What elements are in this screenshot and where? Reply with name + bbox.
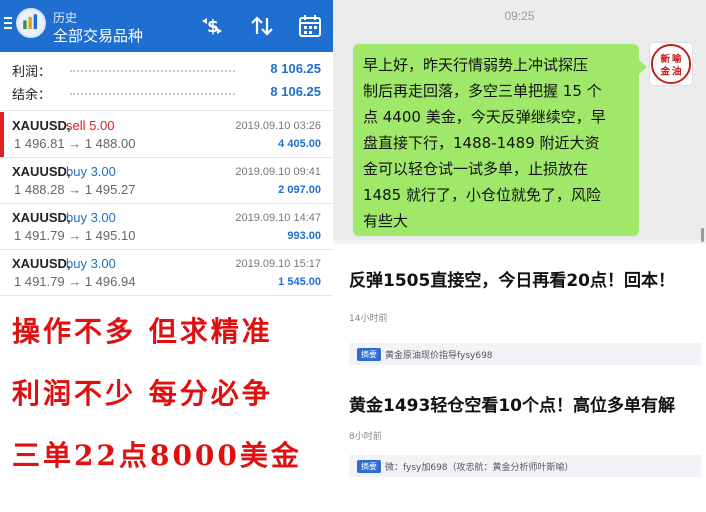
slogan-line: 利润不少 每分必争 bbox=[12, 377, 273, 410]
dollar-swap-icon[interactable]: $ bbox=[199, 14, 225, 38]
trade-history-panel: 历史 全部交易品种 $ 利润： 8 106.25 结余： 8 106.25 XA… bbox=[0, 0, 333, 512]
article-list: 反弹1505直接空，今日再看20点！回本！ 14小时前 摘要 黄金原油现价指导f… bbox=[333, 244, 706, 512]
trade-symbol: XAUUSD, bbox=[12, 164, 71, 179]
summary-tag: 摘要 bbox=[357, 460, 381, 473]
article-time: 14小时前 bbox=[349, 314, 388, 324]
trade-profit: 993.00 bbox=[287, 230, 321, 242]
trade-side: buy 3.00 bbox=[66, 210, 116, 225]
avatar-char: 油 bbox=[672, 66, 682, 78]
message-line: 有些大 bbox=[363, 212, 409, 230]
trade-prices: 1 491.79 → 1 495.10 bbox=[14, 228, 136, 243]
message-line: 盘直接下行，1488-1489 附近大资 bbox=[363, 134, 600, 152]
summary-value: 8 106.25 bbox=[270, 61, 321, 76]
sort-icon[interactable] bbox=[249, 14, 275, 38]
calendar-icon[interactable] bbox=[297, 14, 323, 38]
slogan-line: 操作不多 但求精准 bbox=[12, 315, 273, 348]
trade-time: 2019.09.10 14:47 bbox=[235, 212, 321, 224]
message-line: 金可以轻仓试一试多单，止损放在 bbox=[363, 160, 589, 178]
app-logo bbox=[16, 8, 46, 38]
article-time: 8小时前 bbox=[349, 432, 382, 442]
trade-profit: 1 545.00 bbox=[278, 276, 321, 288]
dotted-leader bbox=[70, 70, 235, 72]
trade-time: 2019.09.10 15:17 bbox=[235, 258, 321, 270]
trade-prices: 1 491.79 → 1 496.94 bbox=[14, 274, 136, 289]
summary-balance: 结余： 8 106.25 bbox=[0, 81, 333, 103]
divider bbox=[0, 110, 333, 111]
article-summary-row: 摘要 黄金原油现价指导fysy698 bbox=[349, 343, 701, 365]
message-line: 1485 就行了，小仓位就免了，风险 bbox=[363, 186, 601, 204]
article-title[interactable]: 黄金1493轻仓空看10个点！高位多单有解 bbox=[349, 391, 675, 416]
summary-value: 8 106.25 bbox=[270, 84, 321, 99]
trade-time: 2019.09.10 09:41 bbox=[235, 166, 321, 178]
trade-symbol: XAUUSD, bbox=[12, 118, 71, 133]
trade-symbol: XAUUSD, bbox=[12, 256, 71, 271]
message-line: 点 4400 美金，今天反弹继续空，早 bbox=[363, 108, 606, 126]
chat-timestamp: 09:25 bbox=[504, 9, 535, 23]
trade-side: sell 5.00 bbox=[66, 118, 115, 133]
chat-area: 09:25 早上好，昨天行情弱势上冲试探压 制后再走回落，多空三单把握 15 个… bbox=[333, 0, 706, 242]
summary-tag: 摘要 bbox=[357, 348, 381, 361]
avatar-char: 金 bbox=[660, 66, 671, 78]
trade-symbol: XAUUSD, bbox=[12, 210, 71, 225]
trade-profit: 2 097.00 bbox=[278, 184, 321, 196]
trade-row[interactable]: XAUUSD, buy 3.00 1 488.28 → 1 495.27 201… bbox=[0, 158, 333, 204]
summary-profit: 利润： 8 106.25 bbox=[0, 58, 333, 80]
trade-row[interactable]: XAUUSD, buy 3.00 1 491.79 → 1 495.10 201… bbox=[0, 204, 333, 250]
avatar[interactable]: 新 喻 金 油 bbox=[649, 42, 693, 86]
header-title: 历史 bbox=[53, 11, 78, 25]
chat-and-articles-panel: 09:25 早上好，昨天行情弱势上冲试探压 制后再走回落，多空三单把握 15 个… bbox=[333, 0, 706, 512]
message-line: 制后再走回落，多空三单把握 15 个 bbox=[363, 82, 602, 100]
bubble-tail bbox=[639, 60, 647, 74]
trade-profit: 4 405.00 bbox=[278, 138, 321, 150]
menu-icon[interactable] bbox=[4, 14, 14, 34]
avatar-char: 喻 bbox=[672, 53, 682, 65]
selected-row-marker bbox=[0, 112, 4, 157]
article-summary-row: 摘要 微：fysy加698（攻忠航：黄金分析师叶斯喻） bbox=[349, 455, 701, 477]
avatar-char: 新 bbox=[661, 53, 671, 65]
article-title[interactable]: 反弹1505直接空，今日再看20点！回本！ bbox=[349, 266, 675, 291]
summary-text: 黄金原油现价指导fysy698 bbox=[385, 351, 493, 361]
message-line: 早上好，昨天行情弱势上冲试探压 bbox=[363, 56, 589, 74]
slogan-line: 三单22点8000美金 bbox=[12, 439, 302, 472]
app-header: 历史 全部交易品种 $ bbox=[0, 0, 333, 52]
trade-time: 2019.09.10 03:26 bbox=[235, 120, 321, 132]
summary-label: 结余： bbox=[12, 88, 52, 103]
dotted-leader bbox=[70, 93, 235, 95]
chat-message-bubble[interactable]: 早上好，昨天行情弱势上冲试探压 制后再走回落，多空三单把握 15 个 点 440… bbox=[353, 44, 639, 236]
trade-side: buy 3.00 bbox=[66, 164, 116, 179]
symbol-filter[interactable]: 全部交易品种 bbox=[53, 25, 143, 46]
summary-text: 微：fysy加698（攻忠航：黄金分析师叶斯喻） bbox=[385, 463, 574, 473]
summary-label: 利润： bbox=[12, 65, 52, 80]
scrollbar[interactable] bbox=[701, 228, 704, 242]
trade-prices: 1 496.81 → 1 488.00 bbox=[14, 136, 136, 151]
svg-text:$: $ bbox=[207, 17, 219, 37]
trade-side: buy 3.00 bbox=[66, 256, 116, 271]
trade-row[interactable]: XAUUSD, buy 3.00 1 491.79 → 1 496.94 201… bbox=[0, 250, 333, 296]
trade-prices: 1 488.28 → 1 495.27 bbox=[14, 182, 136, 197]
trade-row[interactable]: XAUUSD, sell 5.00 1 496.81 → 1 488.00 20… bbox=[0, 112, 333, 158]
